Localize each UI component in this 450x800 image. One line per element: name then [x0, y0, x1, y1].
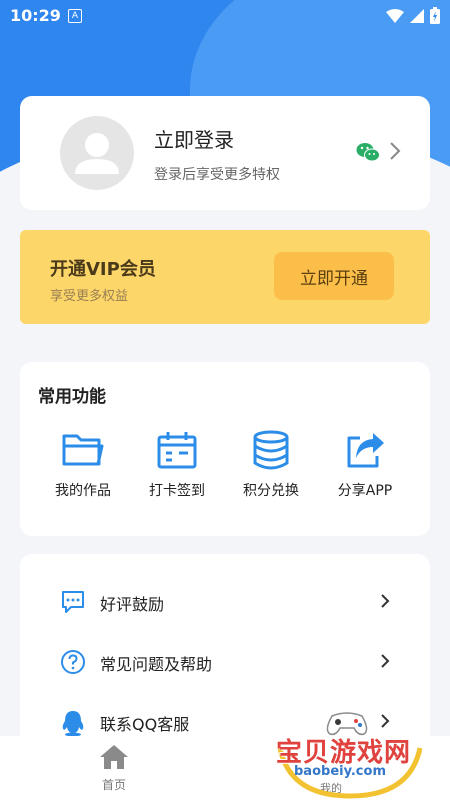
calendar-icon [157, 432, 197, 469]
watermark-logo: 宝贝游戏网 baobeiy.com [270, 706, 450, 800]
list-item-label: 联系QQ客服 [100, 715, 190, 734]
vip-open-button[interactable]: 立即开通 [274, 252, 394, 300]
signal-icon [410, 8, 424, 23]
login-title[interactable]: 立即登录 [154, 124, 234, 153]
chat-bubble-icon [62, 591, 84, 613]
func-label: 分享APP [337, 483, 393, 499]
func-label: 打卡签到 [149, 483, 205, 499]
func-label: 积分兑换 [243, 483, 299, 499]
login-card[interactable]: 立即登录 登录后享受更多特权 [20, 96, 430, 210]
chevron-right-icon [381, 654, 390, 668]
folder-icon [62, 434, 104, 466]
qq-icon [62, 711, 84, 737]
watermark-url: baobeiy.com [294, 764, 386, 779]
share-icon [347, 433, 384, 468]
section-title: 常用功能 [38, 387, 106, 407]
status-bar: 10:29 A [0, 0, 450, 34]
vip-banner[interactable]: 开通VIP会员 享受更多权益 立即开通 [20, 230, 430, 324]
question-icon [61, 650, 85, 674]
status-time: 10:29 [10, 6, 61, 25]
list-item-rate[interactable]: 好评鼓励 [20, 572, 430, 632]
status-icons [386, 7, 440, 24]
login-subtitle: 登录后享受更多特权 [154, 167, 280, 183]
chevron-right-icon[interactable] [388, 140, 402, 162]
nav-home-label: 首页 [101, 778, 126, 792]
person-icon [75, 133, 119, 174]
battery-icon [430, 7, 440, 24]
home-icon [100, 745, 128, 769]
wifi-icon [386, 8, 404, 23]
notification-icon: A [68, 9, 82, 23]
nav-home[interactable]: 首页 [96, 744, 132, 793]
list-item-label: 好评鼓励 [100, 595, 165, 614]
wechat-icon[interactable] [356, 142, 380, 162]
vip-title: 开通VIP会员 [50, 259, 156, 280]
common-functions-card: 常用功能 我的作品 打卡签到 积分兑换 分享APP [20, 362, 430, 536]
avatar[interactable] [60, 116, 134, 190]
points-exchange-button[interactable]: 积分兑换 [224, 430, 318, 500]
list-item-label: 常见问题及帮助 [100, 655, 213, 674]
checkin-button[interactable]: 打卡签到 [130, 430, 224, 500]
list-item-faq[interactable]: 常见问题及帮助 [20, 632, 430, 692]
func-label: 我的作品 [55, 483, 111, 499]
my-works-button[interactable]: 我的作品 [36, 430, 130, 500]
chevron-right-icon [381, 594, 390, 608]
share-app-button[interactable]: 分享APP [318, 430, 412, 500]
vip-subtitle: 享受更多权益 [50, 289, 129, 304]
database-icon [253, 430, 289, 470]
